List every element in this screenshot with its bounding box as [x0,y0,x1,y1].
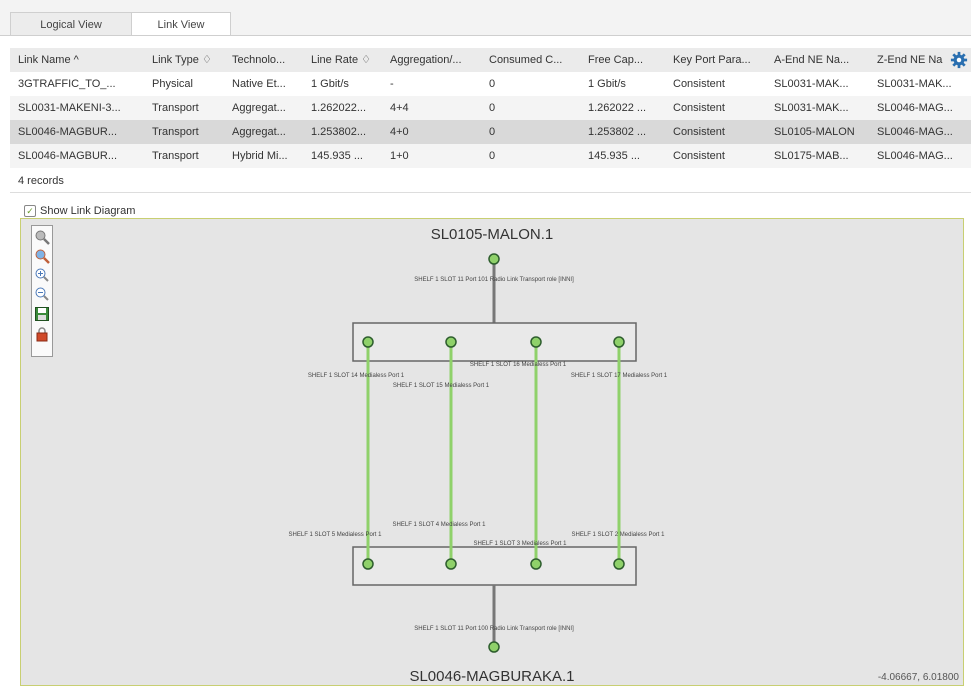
cell-free-capacity: 1.253802 ... [588,126,647,138]
lower-port-label-1: SHELF 1 SLOT 5 Medialess Port 1 [289,532,383,538]
bottom-node-port[interactable] [488,641,500,653]
column-header-free-capacity[interactable]: Free Cap... [588,48,668,72]
cell-line-rate: 1 Gbit/s [311,78,349,90]
lower-port-label-2: SHELF 1 SLOT 4 Medialess Port 1 [393,522,487,528]
link-diagram-canvas[interactable]: SL0105-MALON.1 SHELF 1 SLOT 11 Port 101 … [20,218,964,686]
cell-free-capacity: 1.262022 ... [588,102,647,114]
cell-aggregation: 4+0 [390,126,409,138]
column-header-a-end-ne[interactable]: A-End NE Na... [774,48,870,72]
table-header: Link Name ^ Link Type ♢ Technolo... Line… [10,48,971,72]
lower-port-2[interactable] [445,558,457,570]
cell-key-port-params: Consistent [673,150,725,162]
bottom-node-label: SL0046-MAGBURAKA.1 [409,668,574,685]
cell-aggregation: 1+0 [390,150,409,162]
select-zoom-icon[interactable] [34,229,50,245]
upper-port-label-3: SHELF 1 SLOT 16 Medialess Port 1 [470,362,567,368]
bottom-port-label: SHELF 1 SLOT 11 Port 100 Radio Link Tran… [414,626,574,632]
show-link-diagram-checkbox[interactable]: ✓ [24,205,36,217]
tab-logical-view[interactable]: Logical View [10,12,132,36]
cell-z-end-ne: SL0046-MAG... [877,150,953,162]
zoom-in-icon[interactable] [34,267,50,283]
link-table: Link Name ^ Link Type ♢ Technolo... Line… [10,48,971,168]
cell-free-capacity: 145.935 ... [588,150,640,162]
cell-z-end-ne: SL0031-MAK... [877,78,952,90]
cell-link-name: SL0031-MAKENI-3... [18,102,121,114]
cell-link-type: Transport [152,126,199,138]
cell-key-port-params: Consistent [673,126,725,138]
cell-z-end-ne: SL0046-MAG... [877,102,953,114]
cell-consumed-capacity: 0 [489,150,496,162]
column-header-key-port-params[interactable]: Key Port Para... [673,48,769,72]
cursor-coordinates: -4.06667, 6.01800 [877,672,959,683]
top-node-port[interactable] [488,253,500,265]
cell-link-type: Physical [152,78,193,90]
upper-port-label-2: SHELF 1 SLOT 15 Medialess Port 1 [393,383,490,389]
cell-consumed-capacity: 0 [489,126,496,138]
table-row[interactable]: 3GTRAFFIC_TO_... Physical Native Et... 1… [10,72,971,96]
upper-port-4[interactable] [613,336,625,348]
table-row[interactable]: SL0046-MAGBUR... Transport Hybrid Mi... … [10,144,971,168]
column-header-technology[interactable]: Technolo... [232,48,306,72]
zoom-out-icon[interactable] [34,286,50,302]
zoom-fit-icon[interactable] [34,248,50,264]
lower-port-3[interactable] [530,558,542,570]
diagram-toolbar [31,225,53,357]
column-header-link-name[interactable]: Link Name ^ [18,48,143,72]
cell-a-end-ne: SL0031-MAK... [774,102,849,114]
gear-icon[interactable] [949,48,969,72]
cell-technology: Aggregat... [232,126,286,138]
column-header-consumed-capacity[interactable]: Consumed C... [489,48,579,72]
cell-key-port-params: Consistent [673,78,725,90]
column-header-aggregation[interactable]: Aggregation/... [390,48,480,72]
record-count-bar: 4 records [10,170,971,193]
record-count: 4 records [18,175,64,187]
lower-port-label-4: SHELF 1 SLOT 2 Medialess Port 1 [572,532,666,538]
cell-aggregation: 4+4 [390,102,409,114]
lower-shelf-box [352,546,637,586]
cell-technology: Native Et... [232,78,286,90]
top-node-label: SL0105-MALON.1 [431,226,554,243]
cell-line-rate: 145.935 ... [311,150,363,162]
cell-link-name: SL0046-MAGBUR... [18,150,118,162]
upper-shelf-box [352,322,637,362]
tab-link-view[interactable]: Link View [131,12,231,36]
save-icon[interactable] [34,306,50,322]
lower-port-1[interactable] [362,558,374,570]
top-port-label: SHELF 1 SLOT 11 Port 101 Radio Link Tran… [414,277,574,283]
lower-port-label-3: SHELF 1 SLOT 3 Medialess Port 1 [474,541,568,547]
lock-icon[interactable] [34,326,50,342]
cell-line-rate: 1.253802... [311,126,367,138]
table-row-selected[interactable]: SL0046-MAGBUR... Transport Aggregat... 1… [10,120,971,144]
cell-z-end-ne: SL0046-MAG... [877,126,953,138]
cell-key-port-params: Consistent [673,102,725,114]
cell-aggregation: - [390,78,394,90]
tab-divider [0,35,971,36]
tab-bar: Logical View Link View [0,0,971,36]
cell-link-name: SL0046-MAGBUR... [18,126,118,138]
cell-consumed-capacity: 0 [489,102,496,114]
show-link-diagram-toggle[interactable]: ✓ Show Link Diagram [24,203,135,219]
lower-port-4[interactable] [613,558,625,570]
column-header-line-rate[interactable]: Line Rate ♢ [311,48,383,72]
cell-link-type: Transport [152,102,199,114]
upper-port-label-1: SHELF 1 SLOT 14 Medialess Port 1 [308,373,405,379]
upper-port-label-4: SHELF 1 SLOT 17 Medialess Port 1 [571,373,668,379]
cell-a-end-ne: SL0175-MAB... [774,150,849,162]
cell-a-end-ne: SL0031-MAK... [774,78,849,90]
upper-port-3[interactable] [530,336,542,348]
cell-technology: Hybrid Mi... [232,150,288,162]
upper-port-2[interactable] [445,336,457,348]
column-header-z-end-ne[interactable]: Z-End NE Na [877,48,949,72]
cell-free-capacity: 1 Gbit/s [588,78,626,90]
cell-line-rate: 1.262022... [311,102,367,114]
show-link-diagram-label: Show Link Diagram [40,205,136,217]
cell-consumed-capacity: 0 [489,78,496,90]
cell-link-name: 3GTRAFFIC_TO_... [18,78,116,90]
cell-technology: Aggregat... [232,102,286,114]
upper-port-1[interactable] [362,336,374,348]
table-row[interactable]: SL0031-MAKENI-3... Transport Aggregat...… [10,96,971,120]
cell-a-end-ne: SL0105-MALON [774,126,855,138]
column-header-link-type[interactable]: Link Type ♢ [152,48,224,72]
cell-link-type: Transport [152,150,199,162]
